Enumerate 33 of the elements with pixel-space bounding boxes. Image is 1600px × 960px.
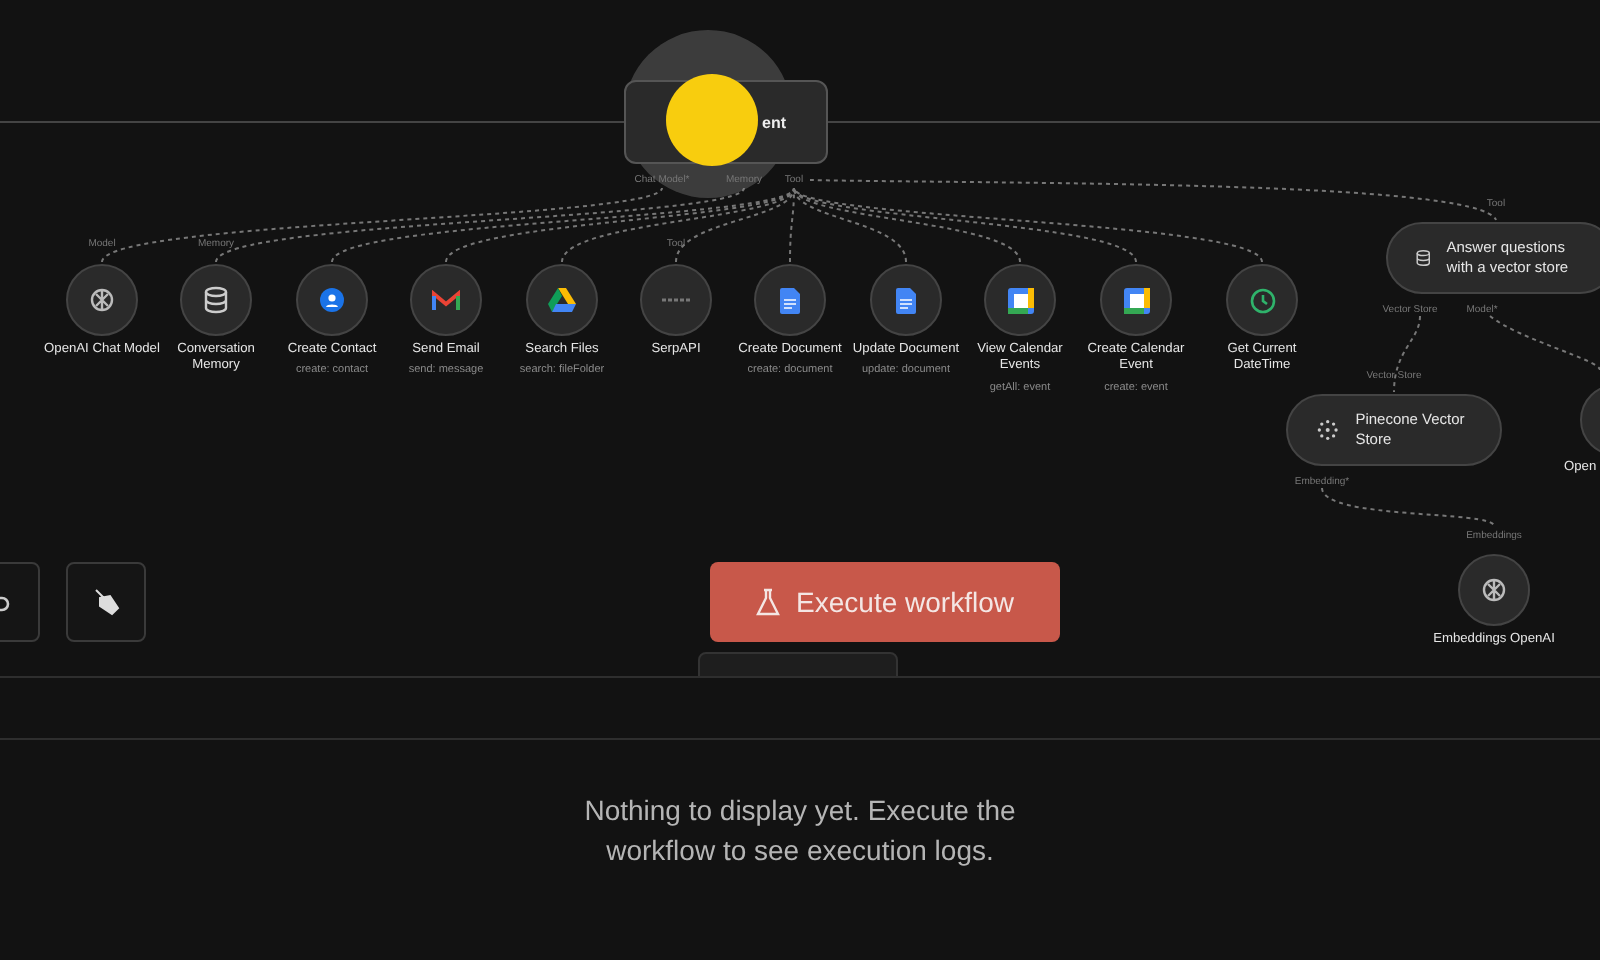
broom-icon [92, 588, 120, 616]
tool-node[interactable] [870, 264, 942, 336]
dotted-ring-icon [1316, 416, 1340, 444]
tool-node[interactable] [640, 264, 712, 336]
tool-node[interactable] [410, 264, 482, 336]
calendar-icon [1123, 287, 1149, 313]
dashed-connector [1393, 315, 1421, 393]
document-icon [896, 287, 916, 313]
embeddings-node[interactable] [1458, 554, 1530, 626]
calendar-icon [1007, 287, 1033, 313]
document-icon [780, 287, 800, 313]
openai-knot-icon [1480, 576, 1508, 604]
clear-button[interactable] [66, 562, 146, 642]
tool-node[interactable] [984, 264, 1056, 336]
tool-node[interactable] [754, 264, 826, 336]
dots-icon [662, 296, 690, 304]
flask-icon [756, 588, 781, 616]
tool-node[interactable] [1100, 264, 1172, 336]
tool-node[interactable] [296, 264, 368, 336]
empty-logs-message: Nothing to display yet. Execute the workflow to see execution logs. [582, 791, 1018, 870]
dashed-connector [1489, 315, 1600, 371]
node-title: ent [762, 113, 786, 131]
tool-node[interactable] [1226, 264, 1298, 336]
database-icon [204, 286, 228, 314]
tool-node[interactable] [180, 264, 252, 336]
tool-node[interactable] [526, 264, 598, 336]
triangle-icon [548, 288, 576, 312]
envelope-m-icon [432, 289, 460, 311]
database-icon [1416, 244, 1431, 272]
openai-knot-icon [88, 286, 116, 314]
clock-icon [1249, 287, 1275, 313]
contact-icon [320, 288, 344, 312]
tool-node[interactable] [66, 264, 138, 336]
